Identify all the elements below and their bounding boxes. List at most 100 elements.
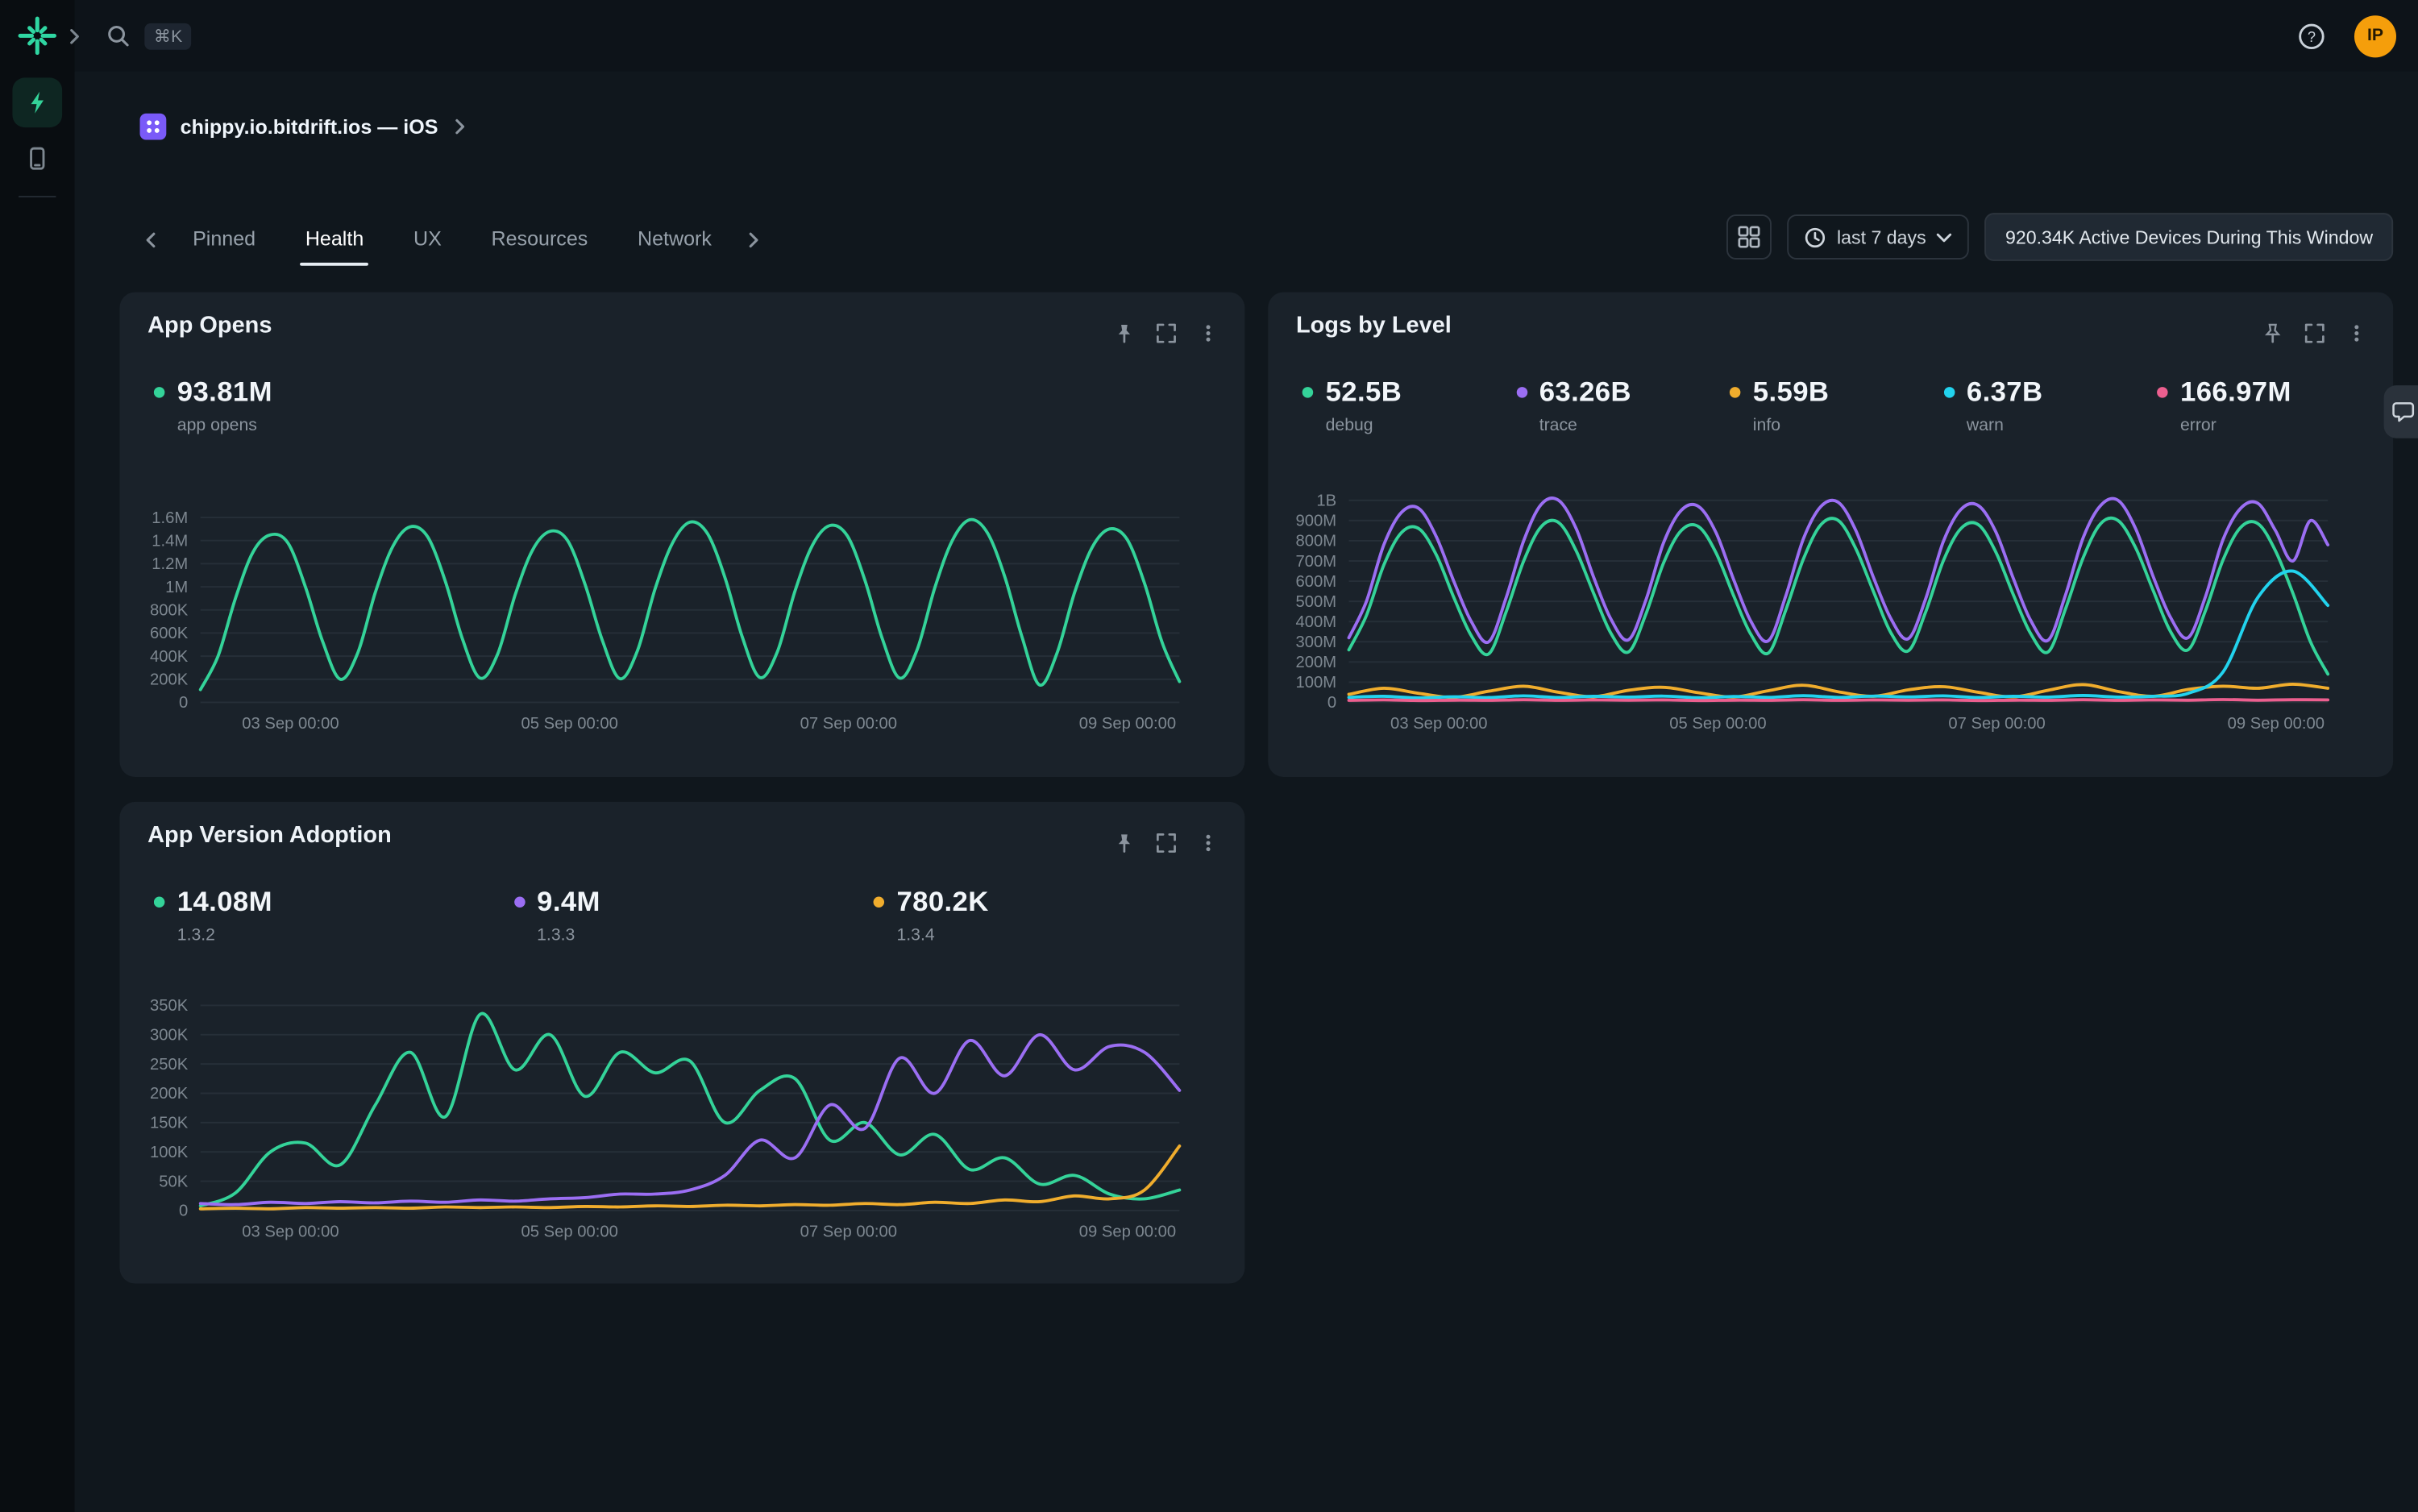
app-version-adoption-chart[interactable]: 350K300K250K200K150K100K50K003 Sep 00:00… [147,995,1216,1259]
time-range-select[interactable]: last 7 days [1787,214,1969,260]
metric-value: 166.97M [2180,376,2291,408]
metric-label: 1.3.3 [537,926,600,945]
expand-button[interactable] [1149,825,1184,861]
metric: 166.97M error [2157,376,2370,435]
layout-grid-button[interactable] [1726,214,1772,260]
legend-dot [874,896,884,907]
legend-dot [1302,387,1313,397]
pin-button[interactable] [2255,315,2291,351]
card-menu-button[interactable] [1190,825,1226,861]
metric-value: 93.81M [177,376,272,408]
svg-text:03 Sep 00:00: 03 Sep 00:00 [242,715,339,733]
svg-text:150K: 150K [150,1115,189,1132]
chevron-down-icon [1937,232,1952,242]
metric-label: 1.3.2 [177,926,272,945]
metric-label: error [2180,417,2291,435]
chat-bubble-icon [2391,400,2415,423]
metric-value: 5.59B [1753,376,1830,408]
legend-dot [2157,387,2167,397]
legend-dot [154,387,164,397]
sidebar [0,0,75,1512]
svg-text:?: ? [2308,27,2316,44]
time-range-label: last 7 days [1837,226,1926,248]
svg-text:09 Sep 00:00: 09 Sep 00:00 [2228,715,2325,733]
svg-text:350K: 350K [150,997,189,1015]
card-logs-by-level: Logs by Level 52.5B [1268,292,2393,777]
bitdrift-logo[interactable] [15,14,59,57]
dashboard-controls: last 7 days 920.34K Active Devices Durin… [1726,213,2393,261]
svg-text:100M: 100M [1295,674,1336,692]
tab-ux[interactable]: UX [388,213,467,266]
tab-network[interactable]: Network [613,213,737,266]
metric: 14.08M 1.3.2 [154,886,513,945]
svg-text:250K: 250K [150,1056,189,1074]
sidebar-expand-button[interactable] [62,23,87,48]
topbar: ⌘K ? IP [75,0,2418,72]
metric-label: info [1753,417,1830,435]
help-button[interactable]: ? [2297,21,2327,51]
lightning-icon [25,90,50,115]
svg-text:200K: 200K [150,671,189,689]
metric: 52.5B debug [1302,376,1516,435]
svg-text:600M: 600M [1295,573,1336,591]
search-button[interactable]: ⌘K [106,23,192,49]
expand-button[interactable] [2297,315,2333,351]
clock-icon [1805,226,1826,248]
svg-text:200M: 200M [1295,654,1336,671]
svg-text:200K: 200K [150,1085,189,1103]
metric-value: 780.2K [896,886,988,917]
tabs-scroll-left-button[interactable] [134,222,168,256]
kebab-icon [2346,323,2366,343]
svg-text:03 Sep 00:00: 03 Sep 00:00 [242,1223,339,1241]
metric-value: 9.4M [537,886,600,917]
legend-dot [1730,387,1740,397]
svg-text:1M: 1M [165,579,188,596]
sidebar-item-devices[interactable] [12,134,62,184]
legend-dot [513,896,524,907]
pin-button[interactable] [1107,315,1142,351]
tab-pinned[interactable]: Pinned [168,213,280,266]
card-menu-button[interactable] [2339,315,2374,351]
svg-text:0: 0 [179,1203,188,1220]
card-actions [2255,315,2374,351]
svg-text:600K: 600K [150,625,189,642]
tab-resources[interactable]: Resources [467,213,613,266]
card-menu-button[interactable] [1190,315,1226,351]
card-title: App Version Adoption [147,822,392,849]
pin-icon [2262,323,2283,343]
avatar[interactable]: IP [2354,15,2396,56]
pin-icon [1114,833,1134,853]
metric-value: 63.26B [1539,376,1631,408]
metric-label: warn [1967,417,2043,435]
sidebar-item-insights[interactable] [12,77,62,127]
expand-button[interactable] [1149,315,1184,351]
sidebar-divider [19,196,56,197]
svg-text:1.2M: 1.2M [152,555,188,573]
svg-text:100K: 100K [150,1144,189,1161]
breadcrumb[interactable]: chippy.io.bitdrift.ios — iOS [140,106,468,146]
card-actions [1107,315,1226,351]
expand-icon [1156,833,1176,853]
chevron-left-icon [143,231,158,247]
pin-icon [1114,323,1134,343]
svg-text:900M: 900M [1295,513,1336,530]
svg-text:03 Sep 00:00: 03 Sep 00:00 [1390,715,1487,733]
svg-text:05 Sep 00:00: 05 Sep 00:00 [521,715,617,733]
grid-icon [1738,226,1761,249]
logs-by-level-chart[interactable]: 1B900M800M700M600M500M400M300M200M100M00… [1296,491,2365,742]
svg-text:400M: 400M [1295,613,1336,631]
svg-text:0: 0 [179,694,188,712]
svg-text:300M: 300M [1295,633,1336,651]
pin-button[interactable] [1107,825,1142,861]
app-opens-chart[interactable]: 1.6M1.4M1.2M1M800K600K400K200K003 Sep 00… [147,507,1216,750]
card-app-opens: App Opens [119,292,1244,777]
metric: 63.26B trace [1516,376,1730,435]
tab-health[interactable]: Health [280,213,388,266]
svg-text:05 Sep 00:00: 05 Sep 00:00 [1669,715,1766,733]
svg-text:09 Sep 00:00: 09 Sep 00:00 [1079,715,1176,733]
chat-button[interactable] [2384,385,2418,438]
card-metrics: 14.08M 1.3.2 9.4M 1.3.3 780.2K 1.3.4 [154,886,1233,945]
svg-text:500M: 500M [1295,593,1336,611]
search-shortcut: ⌘K [144,23,192,49]
tabs-scroll-right-button[interactable] [737,222,771,256]
